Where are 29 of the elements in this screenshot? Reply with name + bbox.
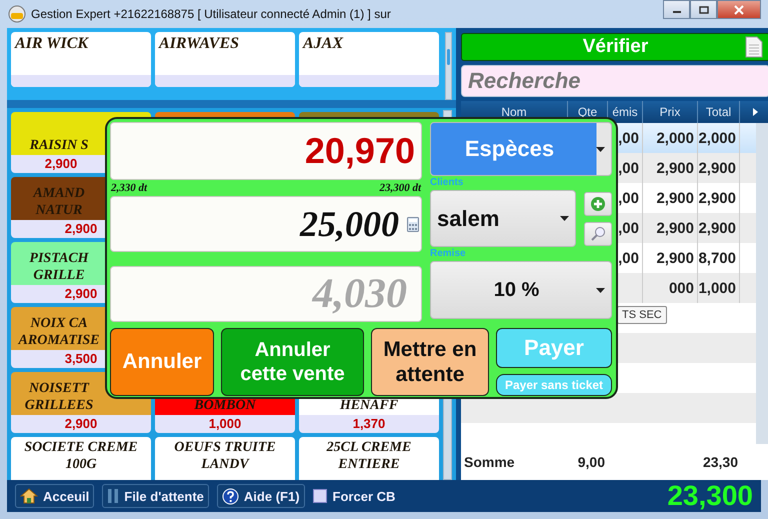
table-cell: ,00 [618,190,639,206]
table-cell: 000 [668,280,694,296]
table-cell: ,00 [618,220,639,236]
table-cell: 2,000 [698,130,736,146]
table-cell: 2,900 [656,250,694,266]
table-cell: 1,000 [698,280,736,296]
sum-quantity: 9,00 [576,454,606,470]
table-cell: 2,900 [698,190,736,206]
clients-label: Clients [430,176,464,190]
table-cell: 8,700 [698,250,736,266]
table-cell: 2,900 [698,160,736,176]
tooltip: TS SEC [617,306,667,324]
discount-label: Remise [430,247,467,261]
table-cell: 2,900 [656,220,694,236]
table-cell: 2,900 [656,160,694,176]
grand-total: 23,300 [667,480,753,512]
table-cell: ,00 [618,160,639,176]
note-label: 23,300 dt [379,182,421,194]
note-label: 2,330 dt [111,182,148,194]
table-cell: ,00 [618,130,639,146]
sum-label: Somme [463,454,516,470]
window-title: Gestion Expert +21622168875 [ Utilisateur connecté Admin (1) ] sur [31,7,391,21]
amount-due-field: 20,970 [110,122,422,180]
change-field: 4,030 [110,266,422,322]
table-cell: ,00 [618,250,639,266]
table-cell: 2,900 [698,220,736,236]
table-cell: 2,000 [656,130,694,146]
sum-total: 23,30 [702,454,739,470]
table-cell: 2,900 [656,190,694,206]
